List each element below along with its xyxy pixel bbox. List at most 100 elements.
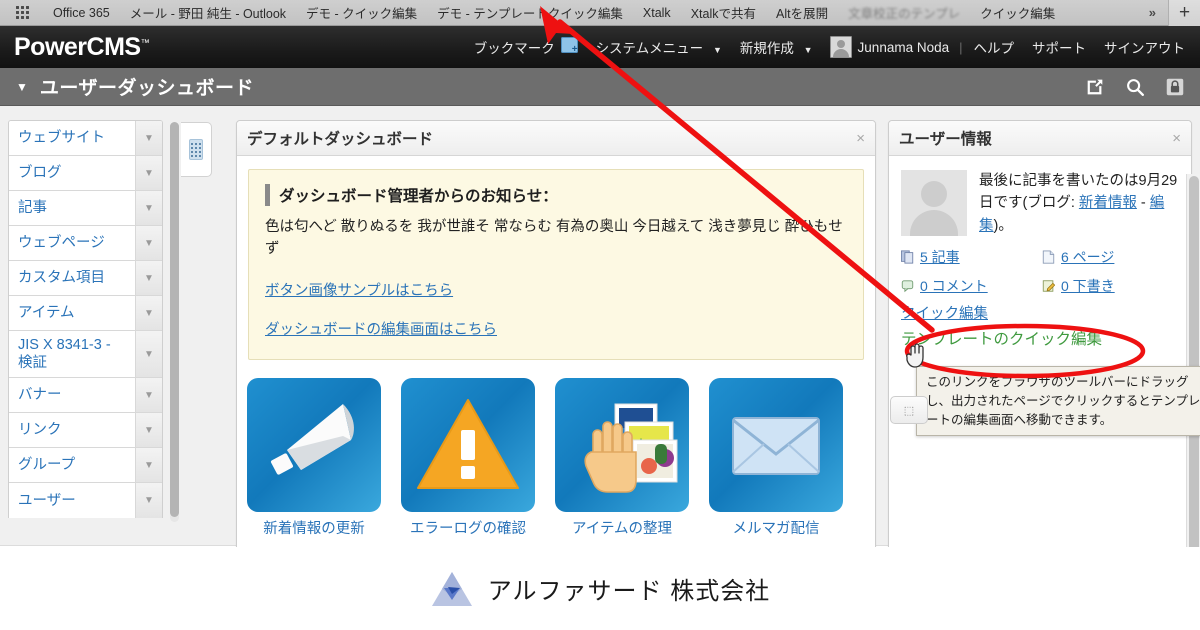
bookmark-add-icon[interactable] [560, 37, 578, 55]
sidebar-item-label: ブログ [18, 164, 62, 181]
sidebar-item-label: JIS X 8341-3 - 検証 [18, 337, 111, 372]
sidebar-item-label: ユーザー [18, 492, 76, 509]
sidebar-item-jis-check[interactable]: JIS X 8341-3 - 検証 ▼ [9, 331, 162, 379]
chevron-down-icon[interactable]: ▼ [135, 226, 162, 260]
sidebar-item-label: ウェブページ [18, 234, 105, 251]
sidebar-item-articles[interactable]: 記事 ▼ [9, 191, 162, 226]
bookmark-item-3[interactable]: デモ - テンプレートクイック編集 [427, 3, 633, 22]
comment-icon [901, 280, 914, 293]
stat-label[interactable]: 0 下書き [1061, 276, 1115, 296]
user-avatar-large-icon [901, 170, 967, 236]
sidebar-item-label: ウェブサイト [18, 129, 105, 146]
external-link-icon[interactable] [1084, 76, 1106, 98]
warning-triangle-icon [417, 398, 519, 489]
sidebar-item-link[interactable]: リンク ▼ [9, 413, 162, 449]
bookmark-nav-label: ブックマーク [473, 41, 555, 56]
chevron-down-icon[interactable]: ▼ [135, 261, 162, 295]
search-icon[interactable] [1124, 76, 1146, 98]
sidebar-scrollbar[interactable] [170, 122, 179, 522]
dashboard-edit-link[interactable]: ダッシュボードの編集画面はこちら [265, 318, 847, 339]
chevron-down-icon[interactable]: ▼ [135, 378, 162, 413]
sidebar-item-user[interactable]: ユーザー ▼ [9, 483, 162, 519]
chevron-down-icon[interactable]: ▼ [135, 448, 162, 483]
tile-image [247, 377, 381, 512]
sidebar-item-blog[interactable]: ブログ ▼ [9, 156, 162, 191]
button-image-sample-link[interactable]: ボタン画像サンプルはこちら [265, 279, 847, 300]
bookmark-item-0[interactable]: Office 365 [43, 6, 120, 20]
sidebar-item-website[interactable]: ウェブサイト ▼ [9, 121, 162, 156]
brand-name: PowerCMS [14, 32, 141, 61]
bookmark-item-7-dragging[interactable]: 文章校正のテンプレ [838, 3, 970, 22]
tile-caption: メルマガ配信 [732, 520, 820, 537]
chevron-down-icon[interactable]: ▼ [135, 296, 162, 330]
support-link[interactable]: サポート [1023, 37, 1095, 57]
mini-widget-chip[interactable]: ⬚ [890, 396, 928, 424]
new-create-button[interactable]: 新規作成 ▼ [731, 37, 822, 57]
stat-drafts: 0 下書き [1042, 276, 1179, 296]
stat-comments: 0 コメント [901, 276, 1038, 296]
blog-link[interactable]: 新着情報 [1079, 195, 1137, 211]
page-icon [1042, 250, 1055, 264]
quick-edit-links: クイック編集 テンプレートのクイック編集 [889, 296, 1191, 349]
sidebar-drag-handle[interactable] [181, 122, 212, 177]
apps-grid-icon[interactable] [16, 6, 29, 19]
bookmark-item-8[interactable]: クイック編集 [970, 3, 1065, 22]
draft-edit-icon [1042, 280, 1055, 293]
sidebar-item-group[interactable]: グループ ▼ [9, 448, 162, 484]
tile-error-log[interactable]: エラーログの確認 [401, 377, 535, 538]
close-icon[interactable]: × [856, 130, 865, 147]
bookmark-nav-link[interactable]: ブックマーク [465, 37, 587, 57]
tile-item-organize[interactable]: アイテムの整理 [555, 377, 689, 538]
signout-link[interactable]: サインアウト [1095, 37, 1194, 57]
template-quick-edit-tooltip: このリンクをブラウザのツールバーにドラッグし、出力されたページでクリックするとテ… [916, 366, 1200, 437]
chevron-down-icon[interactable]: ▼ [135, 121, 162, 155]
template-quick-edit-link[interactable]: テンプレートのクイック編集 [901, 327, 1179, 349]
chevron-down-icon[interactable]: ▼ [135, 156, 162, 190]
lock-icon[interactable] [1164, 76, 1186, 98]
chevron-down-icon[interactable]: ▼ [135, 331, 162, 378]
notice-heading: ダッシュボード管理者からのお知らせ： [265, 184, 847, 206]
tile-caption: アイテムの整理 [571, 520, 673, 537]
sidebar-item-banner[interactable]: バナー ▼ [9, 378, 162, 414]
bookmark-item-4[interactable]: Xtalk [633, 6, 681, 20]
panel-title: ユーザー情報 [899, 131, 992, 148]
new-tab-button[interactable]: + [1168, 0, 1200, 26]
sidebar-item-label: グループ [18, 457, 76, 474]
tile-news-update[interactable]: 新着情報の更新 [247, 377, 381, 538]
header-separator: | [959, 39, 963, 55]
sidebar-item-label: バナー [18, 387, 62, 404]
cms-header-bar: PowerCMS™ ブックマーク システムメニュー ▼ 新規作成 ▼ Junna… [0, 26, 1200, 68]
panel-header: ユーザー情報 × [889, 121, 1191, 156]
chevron-down-icon[interactable]: ▼ [135, 413, 162, 448]
sidebar-item-items[interactable]: アイテム ▼ [9, 296, 162, 331]
bookmark-item-5[interactable]: Xtalkで共有 [681, 3, 766, 22]
stat-label[interactable]: 6 ページ [1061, 247, 1114, 267]
close-icon[interactable]: × [1172, 130, 1181, 147]
tile-image [401, 377, 535, 512]
stat-pages: 6 ページ [1042, 247, 1179, 267]
sidebar-nav: ウェブサイト ▼ ブログ ▼ 記事 ▼ ウェブページ ▼ カスタム項目 ▼ アイ… [8, 120, 163, 519]
user-menu[interactable]: Junnama Noda [822, 36, 958, 58]
bookmark-item-2[interactable]: デモ - クイック編集 [296, 3, 427, 22]
bookmark-item-6[interactable]: Altを展開 [766, 3, 838, 22]
user-stats: 5 記事 6 ページ 0 コメント 0 下書き [889, 237, 1191, 296]
tile-newsletter[interactable]: メルマガ配信 [709, 377, 843, 538]
collapse-toggle-icon[interactable]: ▼ [16, 80, 28, 94]
sidebar-item-label: アイテム [18, 304, 75, 321]
bookmark-item-1[interactable]: メール - 野田 純生 - Outlook [120, 3, 296, 22]
stat-label[interactable]: 0 コメント [920, 276, 988, 296]
drag-grip-icon [189, 139, 203, 160]
chevron-down-icon[interactable]: ▼ [135, 483, 162, 519]
sidebar-item-webpage[interactable]: ウェブページ ▼ [9, 226, 162, 261]
system-menu-button[interactable]: システムメニュー ▼ [587, 37, 731, 57]
browser-bookmark-bar: Office 365 メール - 野田 純生 - Outlook デモ - クイ… [0, 0, 1200, 26]
brand-logo[interactable]: PowerCMS™ [14, 32, 150, 62]
chevron-down-icon[interactable]: ▼ [135, 191, 162, 225]
bookmark-overflow-button[interactable]: » [1137, 5, 1168, 20]
help-link[interactable]: ヘルプ [965, 37, 1024, 57]
quick-edit-link[interactable]: クイック編集 [901, 302, 1179, 323]
stat-label[interactable]: 5 記事 [920, 247, 960, 267]
last-post-summary: 最後に記事を書いたのは9月29日です(ブログ: 新着情報 - 編集)。 [979, 170, 1179, 237]
sidebar-item-custom-fields[interactable]: カスタム項目 ▼ [9, 261, 162, 296]
panel-header: デフォルトダッシュボード × [237, 121, 875, 156]
